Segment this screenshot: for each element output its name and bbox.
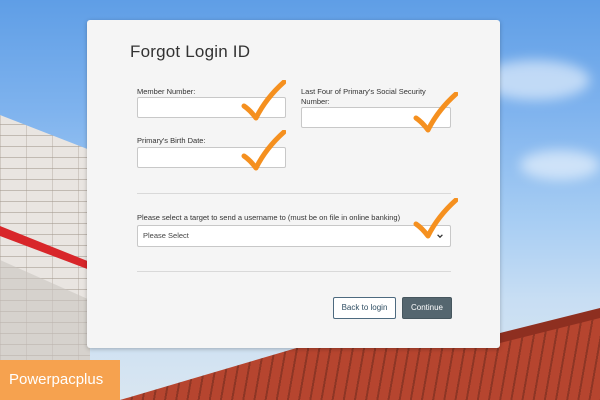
- back-to-login-button[interactable]: Back to login: [333, 297, 396, 319]
- forgot-login-card: Forgot Login ID Member Number: Last Four…: [87, 20, 500, 348]
- ssn-label-line1: Last Four of Primary's Social Security: [301, 87, 426, 96]
- checkmark-icon: [413, 198, 458, 239]
- watermark-badge: Powerpacplus: [0, 360, 120, 400]
- checkmark-icon: [241, 130, 286, 171]
- checkmark-icon: [413, 92, 458, 133]
- cloud: [520, 150, 600, 180]
- checkmark-icon: [241, 80, 286, 121]
- member-number-label: Member Number:: [137, 87, 196, 96]
- divider: [137, 271, 451, 272]
- divider: [137, 193, 451, 194]
- birth-date-label: Primary's Birth Date:: [137, 136, 206, 145]
- target-select[interactable]: Please Select: [137, 225, 451, 247]
- ssn-label-line2: Number:: [301, 97, 330, 106]
- target-label: Please select a target to send a usernam…: [137, 213, 401, 222]
- page-title: Forgot Login ID: [130, 42, 251, 61]
- continue-button[interactable]: Continue: [402, 297, 452, 319]
- target-select-value: Please Select: [143, 231, 189, 240]
